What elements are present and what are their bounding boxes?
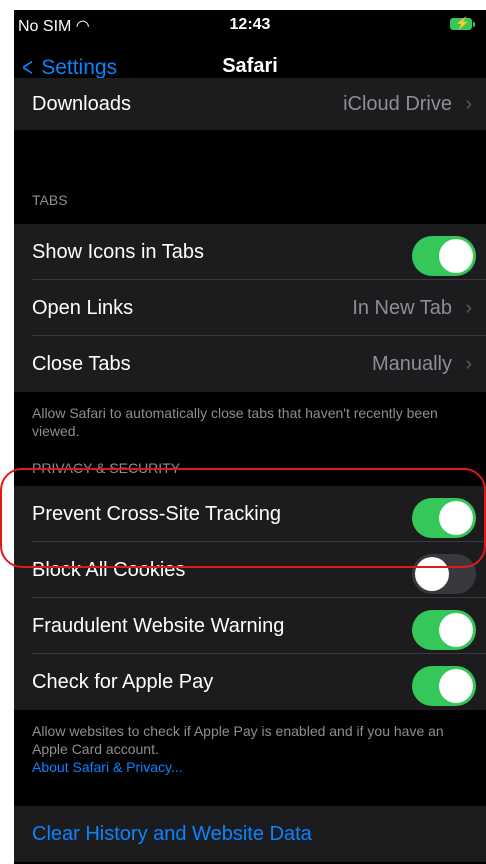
privacy-footer-text: Allow websites to check if Apple Pay is … [32, 723, 444, 757]
apple-pay-label: Check for Apple Pay [32, 670, 214, 693]
close-tabs-value: Manually [371, 352, 452, 375]
block-cookies-label: Block All Cookies [32, 558, 186, 581]
show-icons-label: Show Icons in Tabs [32, 240, 204, 263]
toggle-knob [439, 669, 473, 703]
toggle-knob [439, 239, 473, 273]
prevent-cross-site-tracking-row: Prevent Cross-Site Tracking [14, 486, 486, 542]
chevron-right-icon: › [465, 352, 472, 375]
chevron-right-icon: › [465, 296, 472, 319]
clear-history-row[interactable]: Clear History and Website Data [14, 806, 486, 862]
tabs-section-footer: Allow Safari to automatically close tabs… [32, 405, 438, 439]
close-tabs-label: Close Tabs [32, 352, 131, 375]
downloads-label: Downloads [32, 92, 131, 115]
open-links-value: In New Tab [352, 296, 452, 319]
status-bar: No SIM ◠ 12:43 ⚡ [14, 10, 486, 40]
downloads-group: Downloads iCloud Drive › [14, 78, 486, 130]
tabs-group: Show Icons in Tabs Open Links In New Tab… [14, 224, 486, 392]
chevron-right-icon: › [465, 92, 472, 115]
privacy-group: Prevent Cross-Site Tracking Block All Co… [14, 486, 486, 710]
safari-settings-screen: No SIM ◠ 12:43 ⚡ < Settings Safari Downl… [14, 10, 486, 864]
about-safari-privacy-link[interactable]: About Safari & Privacy... [32, 759, 183, 775]
charging-bolt-icon: ⚡ [455, 16, 470, 30]
toggle-knob [439, 613, 473, 647]
settings-list: Downloads iCloud Drive › TABS Show Icons… [14, 78, 486, 862]
battery-icon: ⚡ [450, 16, 475, 30]
privacy-section-header: PRIVACY & SECURITY [32, 460, 181, 476]
check-apple-pay-row: Check for Apple Pay [14, 654, 486, 710]
close-tabs-row[interactable]: Close Tabs Manually › [14, 336, 486, 392]
open-links-label: Open Links [32, 296, 134, 319]
clear-history-button[interactable]: Clear History and Website Data [32, 823, 312, 846]
downloads-value: iCloud Drive [343, 92, 452, 115]
show-icons-toggle[interactable] [412, 236, 476, 276]
block-all-cookies-row: Block All Cookies [14, 542, 486, 598]
page-title: Safari [222, 55, 278, 77]
show-icons-in-tabs-row: Show Icons in Tabs [14, 224, 486, 280]
privacy-section-footer: Allow websites to check if Apple Pay is … [14, 710, 486, 806]
toggle-knob [439, 501, 473, 535]
prevent-tracking-toggle[interactable] [412, 498, 476, 538]
tabs-section-header: TABS [32, 192, 68, 208]
fraud-warning-toggle[interactable] [412, 610, 476, 650]
prevent-tracking-label: Prevent Cross-Site Tracking [32, 502, 281, 525]
open-links-row[interactable]: Open Links In New Tab › [14, 280, 486, 336]
fraud-warning-label: Fraudulent Website Warning [32, 614, 285, 637]
clock: 12:43 [229, 16, 271, 33]
clear-history-group: Clear History and Website Data [14, 806, 486, 862]
downloads-row[interactable]: Downloads iCloud Drive › [14, 78, 486, 130]
block-cookies-toggle[interactable] [412, 554, 476, 594]
fraudulent-website-warning-row: Fraudulent Website Warning [14, 598, 486, 654]
apple-pay-toggle[interactable] [412, 666, 476, 706]
toggle-knob [415, 557, 449, 591]
